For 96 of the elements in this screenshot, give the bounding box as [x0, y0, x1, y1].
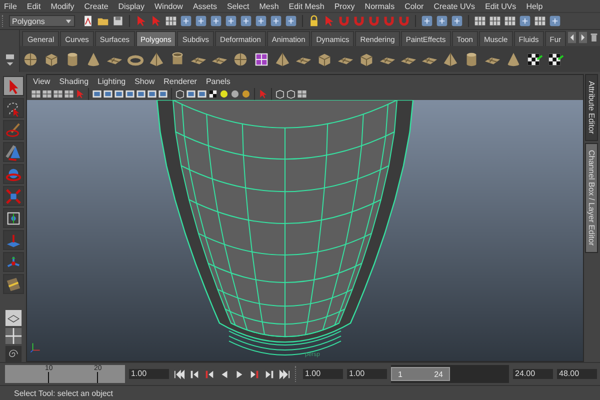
panel-menu-item[interactable]: Renderer: [164, 76, 197, 86]
go-to-end-icon[interactable]: [278, 368, 291, 380]
square-icon[interactable]: [225, 15, 237, 27]
square-icon[interactable]: [103, 88, 113, 98]
square-icon[interactable]: [147, 88, 157, 98]
checker-icon[interactable]: [208, 88, 218, 98]
caret-icon: [65, 18, 72, 24]
square-icon[interactable]: [195, 15, 207, 27]
current-time-field[interactable]: 1.00: [129, 369, 169, 379]
square-icon[interactable]: [92, 88, 102, 98]
square-icon[interactable]: [197, 88, 207, 98]
panel-menu-item[interactable]: Show: [134, 76, 155, 86]
square-icon[interactable]: [255, 15, 267, 27]
step-forward-icon[interactable]: [248, 368, 261, 380]
grid-icon[interactable]: [53, 88, 63, 98]
cone-icon: [4, 144, 22, 161]
square-icon[interactable]: [421, 15, 433, 27]
lasso-icon: [4, 100, 22, 117]
sphere-icon[interactable]: [22, 50, 40, 68]
menu-item[interactable]: Window: [154, 2, 183, 10]
side-tab[interactable]: Channel Box / Layer Editor: [585, 142, 598, 253]
menu-item[interactable]: Color: [404, 2, 424, 10]
square-icon[interactable]: [210, 15, 222, 27]
menu-item[interactable]: Edit Mesh: [288, 2, 324, 10]
panel-menu-item[interactable]: Panels: [206, 76, 230, 86]
grid-icon[interactable]: [31, 88, 41, 98]
panel-menu-item[interactable]: Shading: [59, 76, 89, 86]
menu-item[interactable]: Edit UVs: [485, 2, 516, 10]
grid-icon[interactable]: [534, 15, 546, 27]
grid-icon[interactable]: [42, 88, 52, 98]
side-tab[interactable]: Attribute Editor: [585, 74, 598, 141]
menu-item[interactable]: Select: [226, 2, 250, 10]
scroll-left-icon[interactable]: [568, 31, 576, 44]
layout-icon[interactable]: [2, 310, 24, 326]
playback-start-field[interactable]: 1.00: [347, 369, 387, 379]
document-icon[interactable]: [82, 15, 94, 27]
square-icon[interactable]: [158, 88, 168, 98]
menu-item[interactable]: Create UVs: [434, 2, 476, 10]
square-icon[interactable]: [549, 15, 561, 27]
range-start-label: 1: [398, 370, 402, 378]
lock-icon[interactable]: [308, 15, 320, 27]
grid-icon[interactable]: [297, 88, 307, 98]
menu-item[interactable]: Display: [118, 2, 144, 10]
square-icon[interactable]: [125, 88, 135, 98]
menu-item[interactable]: Modify: [50, 2, 74, 10]
tool-button[interactable]: [2, 98, 24, 118]
menu-item[interactable]: Mesh: [259, 2, 279, 10]
menu-item[interactable]: Assets: [192, 2, 217, 10]
square-icon[interactable]: [519, 15, 531, 27]
panel-menu-item[interactable]: View: [33, 76, 50, 86]
range-slider[interactable]: 1 24: [391, 367, 450, 381]
panel-menu-item[interactable]: Lighting: [98, 76, 126, 86]
grid-icon[interactable]: [489, 15, 501, 27]
menu-item[interactable]: Help: [526, 2, 543, 10]
trash-icon[interactable]: [590, 31, 598, 44]
pyramid-icon[interactable]: [148, 50, 166, 68]
go-to-start-icon[interactable]: [173, 368, 186, 380]
grid-icon[interactable]: [474, 15, 486, 27]
square-icon[interactable]: [240, 15, 252, 27]
square-icon[interactable]: [436, 15, 448, 27]
step-back-icon[interactable]: [203, 368, 216, 380]
playback-end-field[interactable]: 24.00: [513, 369, 553, 379]
tool-button[interactable]: [2, 76, 24, 96]
square-icon[interactable]: [285, 15, 297, 27]
pyramid-icon[interactable]: [274, 50, 292, 68]
square-icon[interactable]: [270, 15, 282, 27]
tool-button[interactable]: [2, 208, 24, 228]
square-icon[interactable]: [186, 88, 196, 98]
help-line-text: Select Tool: select an object: [14, 388, 114, 398]
menu-item[interactable]: Edit: [26, 2, 41, 10]
shelf-menu-icon[interactable]: [4, 52, 15, 68]
menu-item[interactable]: File: [4, 2, 17, 10]
tool-button[interactable]: [2, 274, 24, 294]
step-forward-key-icon[interactable]: [263, 368, 276, 380]
menu-item[interactable]: Proxy: [334, 2, 355, 10]
mode-dropdown[interactable]: Polygons: [9, 15, 75, 27]
step-back-key-icon[interactable]: [188, 368, 201, 380]
grid-icon[interactable]: [504, 15, 516, 27]
menu-item[interactable]: Create: [84, 2, 108, 10]
square-icon[interactable]: [451, 15, 463, 27]
scroll-right-icon[interactable]: [579, 31, 587, 44]
cube-icon: [4, 188, 22, 205]
sphere-icon[interactable]: [232, 50, 250, 68]
pyramid-icon[interactable]: [442, 50, 460, 68]
plank-icon: [4, 276, 22, 293]
spiral-icon[interactable]: [2, 346, 24, 362]
end-time-field[interactable]: 48.00: [557, 369, 597, 379]
square-icon[interactable]: [136, 88, 146, 98]
grid-icon[interactable]: [64, 88, 74, 98]
start-time-field[interactable]: 1.00: [303, 369, 343, 379]
menu-item[interactable]: Normals: [364, 2, 395, 10]
brush-icon: [4, 122, 22, 139]
range-end-label: 24: [434, 370, 443, 378]
square-icon[interactable]: [180, 15, 192, 27]
square-icon[interactable]: [114, 88, 124, 98]
grid-icon[interactable]: [165, 15, 177, 27]
